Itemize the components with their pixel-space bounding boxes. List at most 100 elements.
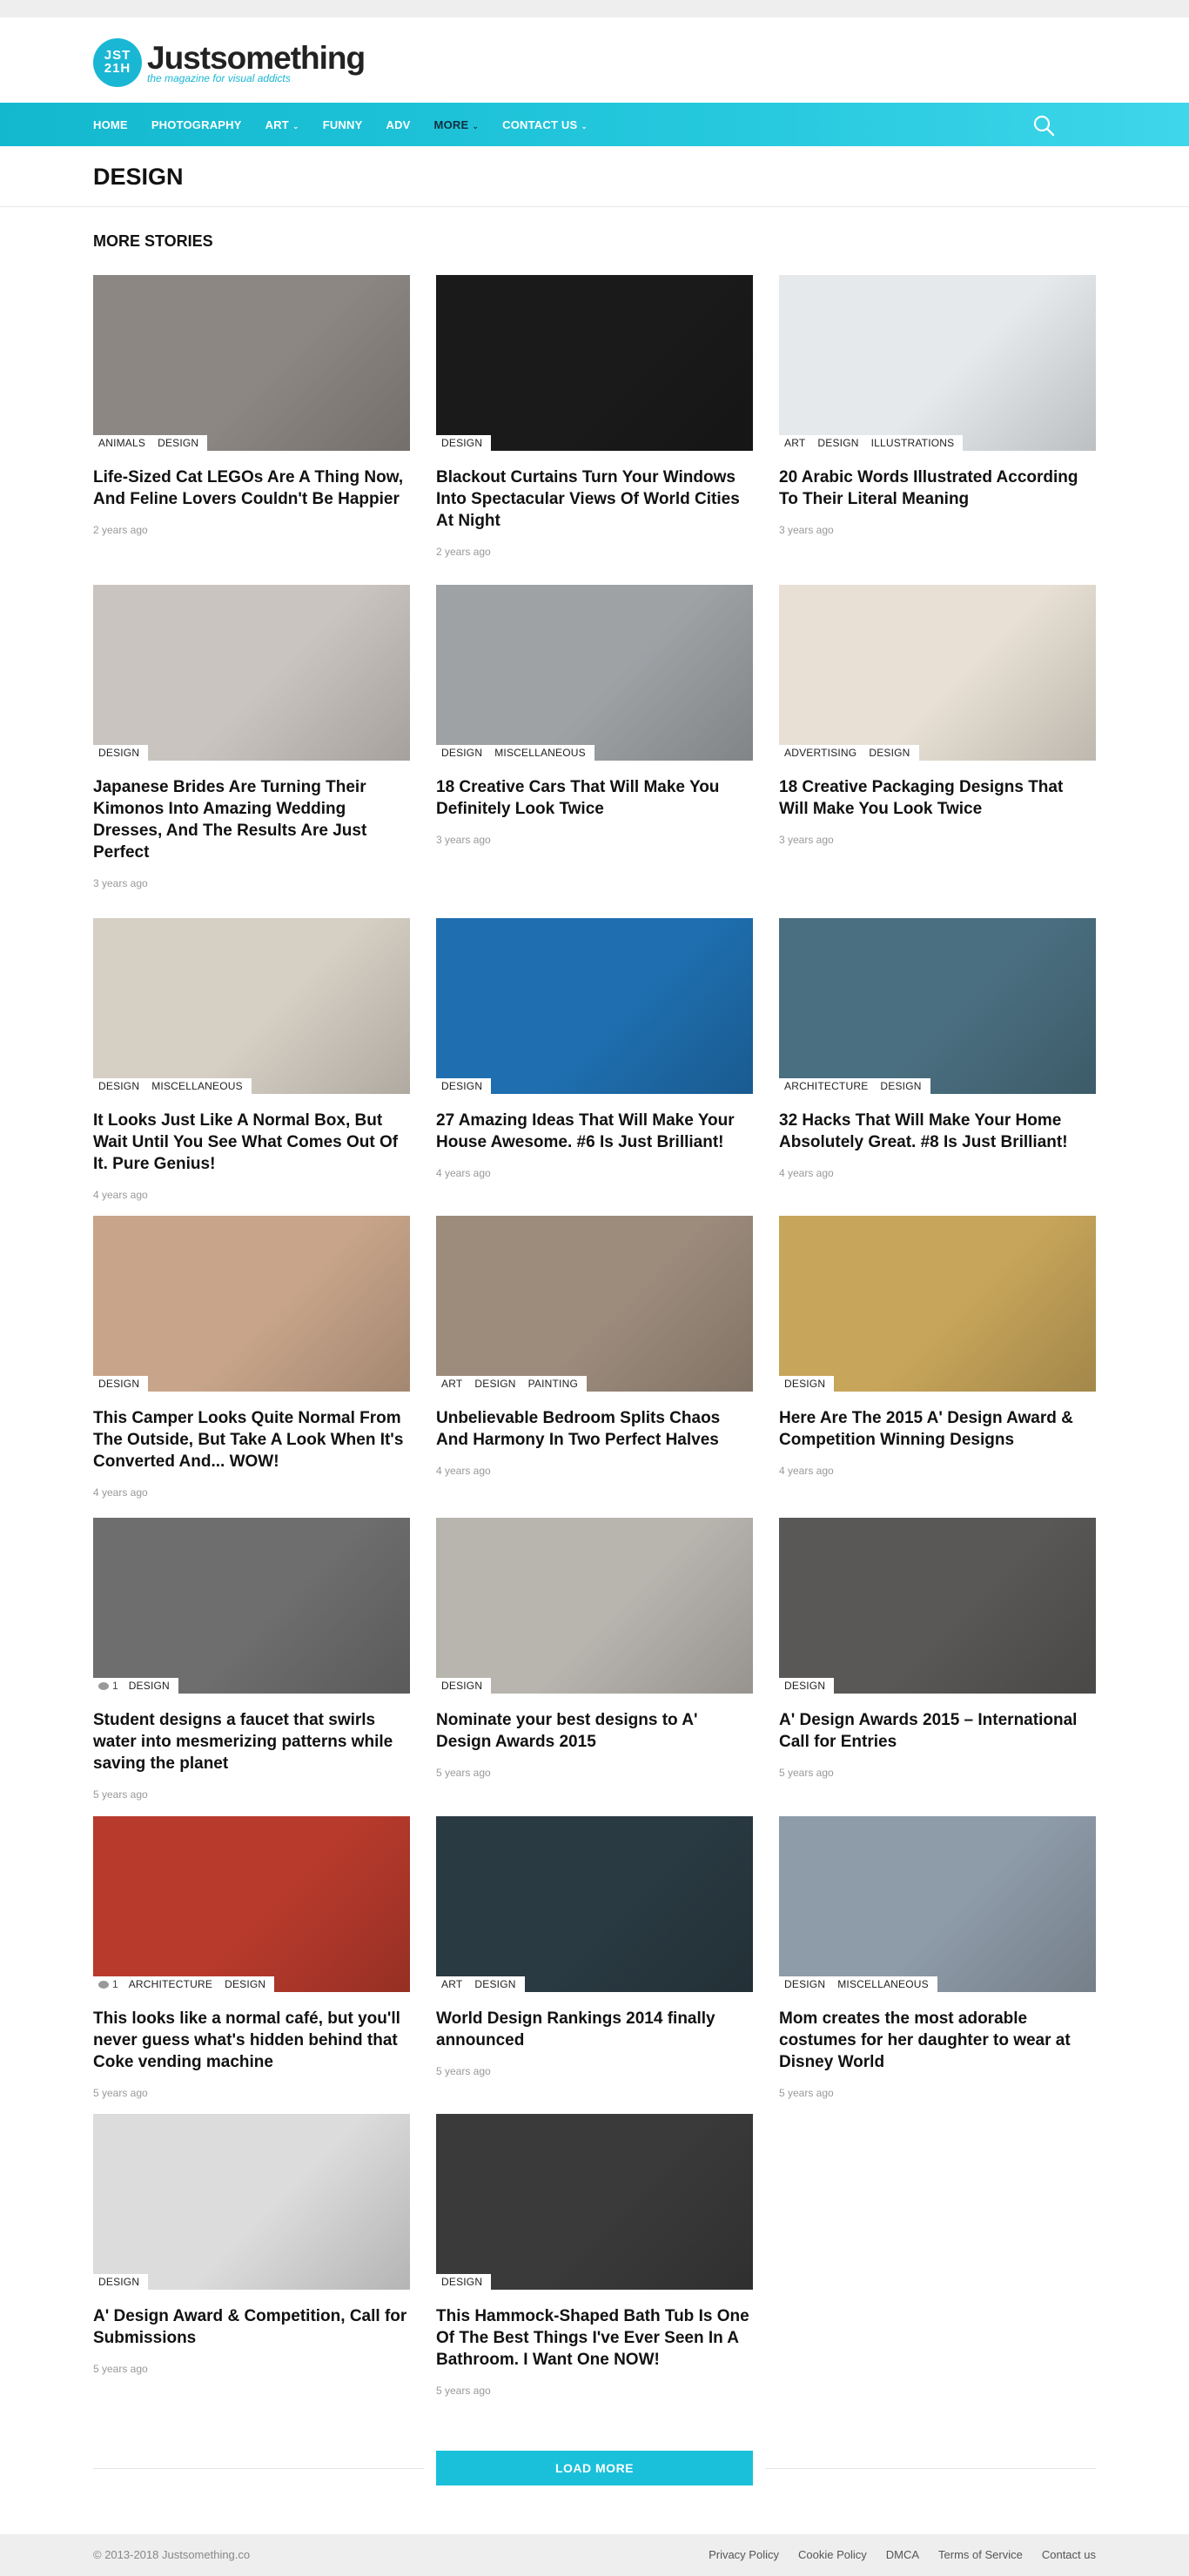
story-tag[interactable]: PAINTING <box>528 1378 578 1390</box>
story-tags: DESIGN <box>436 435 492 451</box>
story-title[interactable]: Here Are The 2015 A' Design Award & Comp… <box>779 1407 1096 1451</box>
story-tag[interactable]: DESIGN <box>225 1978 265 1990</box>
story-date: 2 years ago <box>93 524 148 536</box>
story-date: 4 years ago <box>93 1189 148 1201</box>
story-card: ART DESIGN World Design Rankings 2014 fina… <box>436 1816 753 2077</box>
story-thumbnail[interactable]: ADVERTISING DESIGN <box>779 585 1096 761</box>
story-title[interactable]: 18 Creative Cars That Will Make You Defi… <box>436 776 753 820</box>
divider <box>765 2468 1096 2469</box>
story-title[interactable]: Nominate your best designs to A' Design … <box>436 1709 753 1753</box>
story-thumbnail[interactable]: 1 ARCHITECTURE DESIGN <box>93 1816 410 1992</box>
story-date: 2 years ago <box>436 546 491 558</box>
story-thumbnail[interactable]: DESIGN <box>93 585 410 761</box>
story-tag[interactable]: DESIGN <box>784 1378 825 1390</box>
story-tag[interactable]: ILLUSTRATIONS <box>871 437 955 449</box>
story-title[interactable]: This Hammock-Shaped Bath Tub Is One Of T… <box>436 2305 753 2371</box>
story-card: DESIGN MISCELLANEOUS Mom creates the most … <box>779 1816 1096 2099</box>
story-title[interactable]: Student designs a faucet that swirls wat… <box>93 1709 410 1774</box>
story-title[interactable]: 32 Hacks That Will Make Your Home Absolu… <box>779 1110 1096 1153</box>
story-date: 5 years ago <box>779 2087 834 2099</box>
story-title[interactable]: This Camper Looks Quite Normal From The … <box>93 1407 410 1472</box>
story-thumbnail[interactable]: DESIGN MISCELLANEOUS <box>93 918 410 1094</box>
story-tag[interactable]: DESIGN <box>98 1378 139 1390</box>
story-thumbnail[interactable]: DESIGN <box>779 1518 1096 1694</box>
story-tag[interactable]: ART <box>441 1378 462 1390</box>
story-tag[interactable]: DESIGN <box>474 1978 515 1990</box>
comment-count[interactable]: 1 <box>98 1680 118 1692</box>
story-tags: ART DESIGN <box>436 1976 525 1992</box>
story-tag[interactable]: ANIMALS <box>98 437 145 449</box>
story-thumbnail[interactable]: DESIGN <box>93 2114 410 2290</box>
story-tag[interactable]: DESIGN <box>158 437 198 449</box>
story-tags: 1 ARCHITECTURE DESIGN <box>93 1976 275 1992</box>
story-title[interactable]: Life-Sized Cat LEGOs Are A Thing Now, An… <box>93 466 410 510</box>
copyright: © 2013-2018 Justsomething.co <box>93 2548 251 2561</box>
story-tag[interactable]: DESIGN <box>129 1680 170 1692</box>
story-tag[interactable]: DESIGN <box>474 1378 515 1390</box>
story-thumbnail[interactable]: DESIGN MISCELLANEOUS <box>436 585 753 761</box>
story-tag[interactable]: DESIGN <box>869 747 910 759</box>
story-tag[interactable]: ARCHITECTURE <box>129 1978 212 1990</box>
story-thumbnail[interactable]: ART DESIGN <box>436 1816 753 1992</box>
story-tag[interactable]: MISCELLANEOUS <box>151 1080 243 1092</box>
footer-link-contact-us[interactable]: Contact us <box>1042 2548 1096 2561</box>
story-thumbnail[interactable]: ART DESIGN ILLUSTRATIONS <box>779 275 1096 451</box>
story-thumbnail[interactable]: DESIGN <box>93 1216 410 1392</box>
story-tag[interactable]: MISCELLANEOUS <box>494 747 586 759</box>
story-thumbnail[interactable]: ART DESIGN PAINTING <box>436 1216 753 1392</box>
story-title[interactable]: 27 Amazing Ideas That Will Make Your Hou… <box>436 1110 753 1153</box>
story-tag[interactable]: DESIGN <box>98 1080 139 1092</box>
story-title[interactable]: World Design Rankings 2014 finally annou… <box>436 2008 753 2051</box>
story-thumbnail[interactable]: DESIGN MISCELLANEOUS <box>779 1816 1096 1992</box>
story-thumbnail[interactable]: ARCHITECTURE DESIGN <box>779 918 1096 1094</box>
story-tags: DESIGN MISCELLANEOUS <box>779 1976 937 1992</box>
story-thumbnail[interactable]: DESIGN <box>436 918 753 1094</box>
story-tags: 1 DESIGN <box>93 1678 178 1694</box>
story-card: 1 ARCHITECTURE DESIGN This looks like a nor… <box>93 1816 410 2099</box>
story-tag[interactable]: DESIGN <box>784 1680 825 1692</box>
story-title[interactable]: A' Design Awards 2015 – International Ca… <box>779 1709 1096 1753</box>
story-title[interactable]: This looks like a normal café, but you'l… <box>93 2008 410 2073</box>
story-tag[interactable]: ART <box>441 1978 462 1990</box>
story-title[interactable]: 20 Arabic Words Illustrated According To… <box>779 466 1096 510</box>
story-thumbnail[interactable]: DESIGN <box>436 2114 753 2290</box>
load-more-button[interactable]: LOAD MORE <box>436 2451 753 2485</box>
story-thumbnail[interactable]: DESIGN <box>436 275 753 451</box>
story-tag[interactable]: DESIGN <box>880 1080 921 1092</box>
story-thumbnail[interactable]: DESIGN <box>779 1216 1096 1392</box>
story-title[interactable]: Mom creates the most adorable costumes f… <box>779 2008 1096 2073</box>
story-tag[interactable]: DESIGN <box>441 437 482 449</box>
footer-link-terms-of-service[interactable]: Terms of Service <box>938 2548 1023 2561</box>
story-tags: DESIGN <box>436 2274 492 2290</box>
story-title[interactable]: It Looks Just Like A Normal Box, But Wai… <box>93 1110 410 1175</box>
story-thumbnail[interactable]: ANIMALS DESIGN <box>93 275 410 451</box>
story-tag[interactable]: DESIGN <box>441 2276 482 2288</box>
story-tag[interactable]: DESIGN <box>817 437 858 449</box>
story-card: ART DESIGN ILLUSTRATIONS 20 Arabic Words Il… <box>779 275 1096 536</box>
story-card: DESIGN A' Design Awards 2015 – Internatio… <box>779 1518 1096 1779</box>
footer-link-privacy-policy[interactable]: Privacy Policy <box>709 2548 779 2561</box>
story-tags: ADVERTISING DESIGN <box>779 745 919 761</box>
story-tag[interactable]: DESIGN <box>441 747 482 759</box>
story-title[interactable]: 18 Creative Packaging Designs That Will … <box>779 776 1096 820</box>
story-title[interactable]: Blackout Curtains Turn Your Windows Into… <box>436 466 753 532</box>
story-title[interactable]: Unbelievable Bedroom Splits Chaos And Ha… <box>436 1407 753 1451</box>
story-title[interactable]: Japanese Brides Are Turning Their Kimono… <box>93 776 410 863</box>
story-tag[interactable]: DESIGN <box>441 1080 482 1092</box>
comment-count[interactable]: 1 <box>98 1978 118 1990</box>
story-title[interactable]: A' Design Award & Competition, Call for … <box>93 2305 410 2349</box>
story-card: DESIGN A' Design Award & Competition, Cal… <box>93 2114 410 2375</box>
story-thumbnail[interactable]: 1 DESIGN <box>93 1518 410 1694</box>
story-tag[interactable]: ADVERTISING <box>784 747 856 759</box>
story-tag[interactable]: DESIGN <box>98 747 139 759</box>
story-thumbnail[interactable]: DESIGN <box>436 1518 753 1694</box>
footer-link-dmca[interactable]: DMCA <box>886 2548 919 2561</box>
section-title: MORE STORIES <box>93 232 213 250</box>
story-tag[interactable]: DESIGN <box>441 1680 482 1692</box>
story-tag[interactable]: ART <box>784 437 805 449</box>
story-tag[interactable]: MISCELLANEOUS <box>837 1978 929 1990</box>
story-tag[interactable]: DESIGN <box>98 2276 139 2288</box>
story-tag[interactable]: ARCHITECTURE <box>784 1080 868 1092</box>
footer-link-cookie-policy[interactable]: Cookie Policy <box>798 2548 867 2561</box>
story-tag[interactable]: DESIGN <box>784 1978 825 1990</box>
